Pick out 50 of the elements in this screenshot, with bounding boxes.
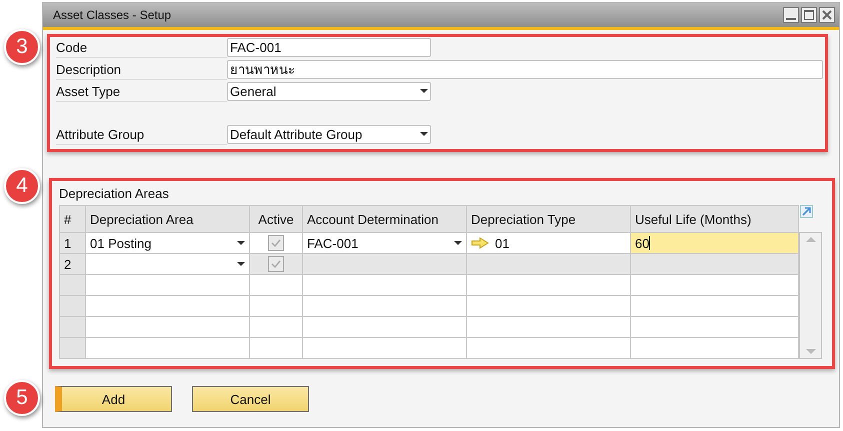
input-field[interactable]: FAC-001: [227, 38, 431, 57]
column-header: Active: [250, 206, 303, 233]
column-header: Account Determination: [303, 206, 467, 233]
scroll-down-icon[interactable]: [804, 348, 816, 356]
dropdown-caret-icon[interactable]: [420, 132, 428, 137]
section-title: Depreciation Areas: [59, 186, 169, 201]
dropdown-cell[interactable]: [86, 254, 250, 275]
field-label: Description: [56, 60, 227, 80]
callout-badge: 3: [4, 29, 40, 65]
maximize-button[interactable]: [801, 7, 817, 23]
column-header: #: [60, 206, 86, 233]
callout-badge: 5: [4, 380, 40, 416]
column-header: Useful Life (Months): [631, 206, 799, 233]
close-icon: [821, 9, 833, 21]
field-label: Asset Type: [56, 82, 227, 102]
cancel-button[interactable]: Cancel: [192, 386, 309, 412]
dropdown-caret-icon[interactable]: [237, 262, 245, 266]
scroll-bar[interactable]: [799, 232, 822, 359]
column-header: Depreciation Type: [467, 206, 631, 233]
input-cell[interactable]: [631, 254, 799, 275]
dropdown-caret-icon[interactable]: [454, 240, 462, 246]
minimize-icon: [786, 18, 796, 20]
close-button[interactable]: [819, 7, 835, 23]
dropdown-caret-icon[interactable]: [237, 240, 245, 246]
table-cell: [250, 317, 303, 338]
add-button[interactable]: Add: [55, 386, 172, 412]
dropdown-cell[interactable]: FAC-001: [303, 233, 467, 254]
minimize-button[interactable]: [783, 7, 799, 23]
input-cell[interactable]: 60: [631, 233, 799, 254]
dropdown-caret-icon[interactable]: [420, 89, 428, 94]
dropdown-cell[interactable]: 01 Posting: [86, 233, 250, 254]
callout-badge: 4: [4, 168, 40, 204]
row-number: 2: [60, 254, 86, 275]
column-header: Depreciation Area: [86, 206, 250, 233]
link-arrow-icon[interactable]: [471, 237, 489, 249]
input-field[interactable]: ยานพาหนะ: [227, 60, 823, 79]
table-cell: 01: [467, 233, 631, 254]
row-number: 1: [60, 233, 86, 254]
dropdown-field[interactable]: Default Attribute Group: [227, 125, 431, 144]
checkmark-icon: [271, 259, 281, 269]
checkmark-icon: [271, 238, 281, 248]
maximize-icon: [803, 9, 815, 21]
scroll-up-icon[interactable]: [804, 235, 816, 243]
field-label: Attribute Group: [56, 125, 227, 145]
expand-icon[interactable]: [800, 205, 813, 218]
table-cell: [250, 296, 303, 317]
dropdown-field[interactable]: General: [227, 82, 431, 101]
table-cell: [250, 338, 303, 359]
field-label: Code: [56, 38, 227, 58]
window-title: Asset Classes - Setup: [53, 8, 172, 22]
